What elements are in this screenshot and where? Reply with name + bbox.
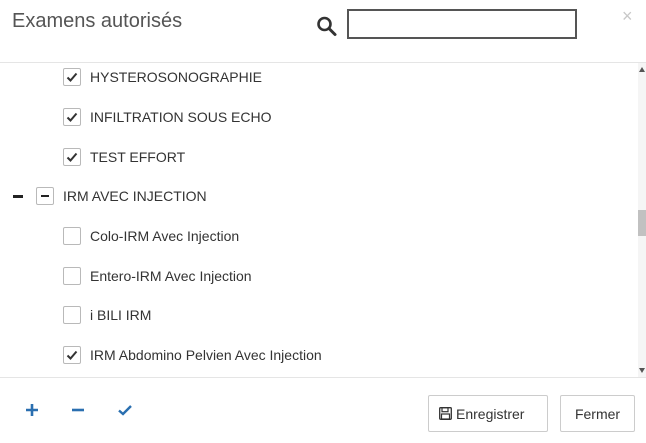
floppy-disk-icon: [439, 407, 452, 420]
tree-item[interactable]: i BILI IRM: [0, 301, 638, 341]
scroll-down-icon[interactable]: [639, 368, 645, 373]
close-button-label: Fermer: [574, 405, 621, 422]
checkbox[interactable]: [63, 267, 81, 285]
tree-item-label: Entero-IRM Avec Injection: [90, 268, 252, 284]
dialog-footer: Enregistrer Fermer: [0, 377, 646, 443]
tree-group-label: IRM AVEC INJECTION: [63, 188, 207, 204]
tree-item-label: IRM Abdomino Pelvien Avec Injection: [90, 347, 322, 363]
save-button-label: Enregistrer: [456, 405, 525, 422]
check-icon: [66, 350, 78, 360]
exam-tree: HYSTEROSONOGRAPHIE INFILTRATION SOUS ECH…: [0, 63, 638, 377]
tree-item-label: INFILTRATION SOUS ECHO: [90, 109, 272, 125]
dialog-header: Examens autorisés ×: [0, 0, 646, 63]
search-input[interactable]: [347, 9, 577, 39]
tree-item[interactable]: Colo-IRM Avec Injection: [0, 222, 638, 262]
close-button[interactable]: Fermer: [560, 395, 635, 432]
scroll-up-icon[interactable]: [639, 67, 645, 72]
tree-item[interactable]: INFILTRATION SOUS ECHO: [0, 103, 638, 143]
search-icon: [316, 15, 338, 37]
scrollbar-thumb[interactable]: [638, 210, 646, 236]
tree-item[interactable]: IRM Abdomino Pelvien Avec Injection: [0, 341, 638, 377]
checkbox[interactable]: [63, 346, 81, 364]
check-icon[interactable]: [117, 402, 133, 418]
tree-item-label: i BILI IRM: [90, 307, 152, 323]
check-icon: [66, 152, 78, 162]
plus-icon[interactable]: [24, 402, 40, 418]
minus-icon[interactable]: [70, 402, 86, 418]
vertical-scrollbar[interactable]: [638, 63, 646, 377]
tree-item[interactable]: TEST EFFORT: [0, 143, 638, 183]
dialog-title: Examens autorisés: [12, 10, 183, 32]
checkbox[interactable]: [63, 68, 81, 86]
tree-item[interactable]: HYSTEROSONOGRAPHIE: [0, 63, 638, 103]
check-icon: [66, 72, 78, 82]
save-button[interactable]: Enregistrer: [428, 395, 548, 432]
tree-item-label: Colo-IRM Avec Injection: [90, 228, 240, 244]
tree-item-label: HYSTEROSONOGRAPHIE: [90, 69, 262, 85]
check-icon: [66, 112, 78, 122]
checkbox[interactable]: [63, 148, 81, 166]
checkbox-partial[interactable]: [36, 187, 54, 205]
checkbox[interactable]: [63, 306, 81, 324]
tree-item[interactable]: Entero-IRM Avec Injection: [0, 262, 638, 302]
tree-item-label: TEST EFFORT: [90, 149, 186, 165]
tree-group[interactable]: IRM AVEC INJECTION: [0, 182, 638, 222]
checkbox[interactable]: [63, 227, 81, 245]
collapse-icon[interactable]: [12, 188, 24, 204]
checkbox[interactable]: [63, 108, 81, 126]
close-icon[interactable]: ×: [622, 6, 633, 26]
